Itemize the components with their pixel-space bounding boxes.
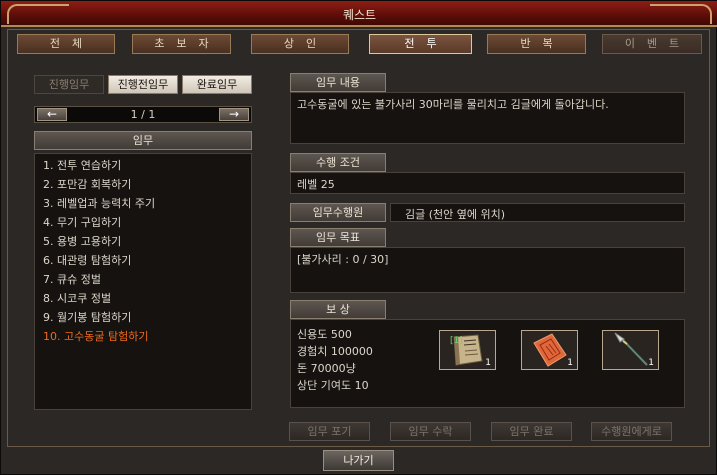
tab-merchant[interactable]: 상인 [251, 34, 349, 54]
tab-repeat[interactable]: 반복 [487, 34, 586, 54]
description-text: 고수동굴에 있는 불가사리 30마리를 물리치고 김글에게 돌아갑니다. [297, 98, 609, 111]
reward-item-qty: 1 [567, 358, 573, 368]
quest-window: 퀘스트 전체 초보자 상인 전투 반복 이벤트 진행임무 진행전임무 완료임무 … [0, 0, 717, 475]
tab-combat[interactable]: 전투 [369, 34, 472, 54]
quest-list: 1. 전투 연습하기 2. 포만감 회복하기 3. 레벨업과 능력치 주기 4.… [34, 153, 252, 410]
window-title: 퀘스트 [342, 8, 377, 22]
tab-event[interactable]: 이벤트 [602, 34, 702, 54]
quest-item[interactable]: 9. 월기봉 탐험하기 [43, 309, 131, 327]
quest-item[interactable]: 3. 레벨업과 능력치 주기 [43, 195, 155, 213]
reward-item-scroll[interactable]: 1 [521, 330, 578, 370]
title-bar[interactable]: 퀘스트 [1, 1, 717, 27]
condition-text: 레벨 25 [297, 178, 335, 191]
arrow-right-icon[interactable]: → [219, 108, 249, 121]
condition-box: 레벨 25 [290, 172, 685, 194]
page-indicator: 1 / 1 [130, 108, 156, 121]
reward-money: 돈 70000냥 [297, 362, 356, 375]
quest-item[interactable]: 6. 대관령 탐험하기 [43, 252, 131, 270]
quest-item[interactable]: 7. 큐슈 정벌 [43, 271, 101, 289]
reward-item-qty: 1 [648, 358, 654, 368]
complete-quest-button[interactable]: 임무 완료 [491, 422, 572, 441]
reward-item-spear[interactable]: 1 [602, 330, 659, 370]
condition-header: 수행 조건 [290, 153, 386, 172]
goal-header: 임무 목표 [290, 228, 386, 247]
reward-item-tag: [1] [450, 336, 463, 346]
description-header: 임무 내용 [290, 73, 386, 92]
reward-item-qty: 1 [485, 358, 491, 368]
reward-item-book[interactable]: [1] 1 [439, 330, 496, 370]
reward-list: 신용도 500 경험치 100000 돈 70000냥 상단 기여도 10 [297, 326, 373, 394]
quest-item[interactable]: 8. 시코쿠 정벌 [43, 290, 111, 308]
quest-item-selected[interactable]: 10. 고수동굴 탐험하기 [43, 328, 148, 346]
giver-label: 임무수행원 [290, 203, 386, 222]
reward-exp: 경험치 100000 [297, 345, 373, 358]
description-box: 고수동굴에 있는 불가사리 30마리를 물리치고 김글에게 돌아갑니다. [290, 92, 685, 144]
subtab-completed[interactable]: 완료임무 [182, 75, 252, 94]
subtab-in-progress[interactable]: 진행임무 [34, 75, 104, 94]
go-to-giver-button[interactable]: 수행원에게로 [591, 422, 672, 441]
accept-quest-button[interactable]: 임무 수락 [390, 422, 471, 441]
tab-beginner[interactable]: 초보자 [132, 34, 231, 54]
giver-text: 김글 (천안 옆에 위치) [405, 208, 506, 221]
goal-text: [불가사리 : 0 / 30] [297, 253, 389, 266]
goal-box: [불가사리 : 0 / 30] [290, 247, 685, 293]
exit-button[interactable]: 나가기 [323, 450, 394, 471]
quest-list-header: 임무 [34, 131, 252, 150]
quest-item[interactable]: 1. 전투 연습하기 [43, 157, 121, 175]
abandon-quest-button[interactable]: 임무 포기 [289, 422, 370, 441]
arrow-left-icon[interactable]: ← [37, 108, 67, 121]
quest-item[interactable]: 5. 용병 고용하기 [43, 233, 121, 251]
giver-box: 김글 (천안 옆에 위치) [390, 203, 685, 222]
pager: ← 1 / 1 → [34, 106, 252, 123]
subtab-not-started[interactable]: 진행전임무 [108, 75, 178, 94]
reward-contribution: 상단 기여도 10 [297, 379, 369, 392]
quest-item[interactable]: 4. 무기 구입하기 [43, 214, 121, 232]
tab-all[interactable]: 전체 [17, 34, 115, 54]
reward-credit: 신용도 500 [297, 328, 352, 341]
quest-item[interactable]: 2. 포만감 회복하기 [43, 176, 131, 194]
reward-header: 보 상 [290, 300, 386, 319]
